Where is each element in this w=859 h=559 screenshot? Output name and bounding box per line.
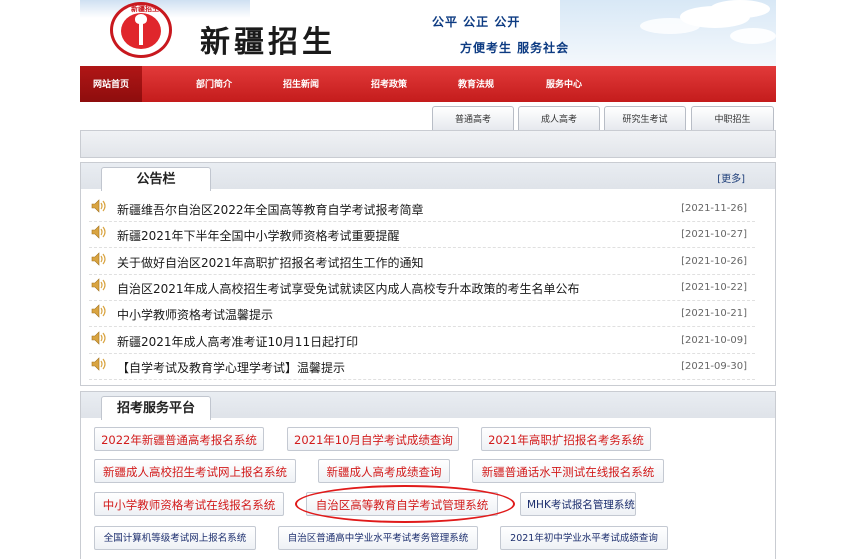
page-container: 新疆招生 新疆招生 公平 公正 公开 方便考生 服务社会 网站首页 部门简介 招… bbox=[80, 0, 776, 559]
nav-item-about[interactable]: 部门简介 bbox=[183, 66, 245, 102]
tab-adult-gaokao[interactable]: 成人高考 bbox=[518, 106, 600, 130]
service-link[interactable]: 新疆成人高校招生考试网上报名系统 bbox=[94, 459, 296, 483]
speaker-icon bbox=[91, 330, 106, 345]
sub-bar bbox=[80, 130, 776, 158]
speaker-icon bbox=[91, 199, 106, 213]
notice-item[interactable]: 中小学教师资格考试温馨提示 [2021-10-21] bbox=[89, 300, 755, 328]
notice-date: [2021-10-26] bbox=[681, 255, 747, 267]
notice-title[interactable]: 关于做好自治区2021年高职扩招报名考试招生工作的通知 bbox=[117, 254, 424, 271]
service-link[interactable]: 2021年10月自学考试成绩查询 bbox=[287, 427, 459, 451]
service-platform-header: 招考服务平台 bbox=[81, 392, 775, 420]
notice-item[interactable]: 新疆2021年下半年全国中小学教师资格考试重要提醒 [2021-10-27] bbox=[89, 221, 755, 249]
service-link[interactable]: 全国计算机等级考试网上报名系统 bbox=[94, 526, 256, 550]
exam-category-tabs: 普通高考 成人高考 研究生考试 中职招生 bbox=[80, 102, 776, 130]
service-link[interactable]: MHK考试报名管理系统 bbox=[520, 492, 636, 516]
notice-item[interactable]: 【自学考试及教育学心理学考试】温馨提示 [2021-09-30] bbox=[89, 353, 755, 380]
speaker-icon bbox=[91, 304, 106, 318]
tab-vocational[interactable]: 中职招生 bbox=[691, 106, 774, 130]
site-logo[interactable]: 新疆招生 bbox=[110, 2, 172, 58]
notice-item[interactable]: 新疆维吾尔自治区2022年全国高等教育自学考试报考简章 [2021-11-26] bbox=[89, 195, 755, 222]
nav-item-service[interactable]: 服务中心 bbox=[533, 66, 595, 102]
notice-board-header: 公告栏 [更多] bbox=[81, 163, 775, 191]
service-link[interactable]: 中小学教师资格考试在线报名系统 bbox=[94, 492, 284, 516]
notice-date: [2021-10-09] bbox=[681, 334, 747, 346]
notice-date: [2021-10-22] bbox=[681, 281, 747, 293]
nav-item-regulations[interactable]: 教育法规 bbox=[445, 66, 507, 102]
sky-banner bbox=[560, 0, 776, 66]
service-link[interactable]: 自治区普通高中学业水平考试考务管理系统 bbox=[278, 526, 478, 550]
notice-title[interactable]: 自治区2021年成人高校招生考试享受免试就读区内成人高校专升本政策的考生名单公布 bbox=[117, 280, 580, 297]
notice-title[interactable]: 【自学考试及教育学心理学考试】温馨提示 bbox=[117, 359, 345, 376]
notice-title[interactable]: 中小学教师资格考试温馨提示 bbox=[117, 306, 273, 323]
notice-title[interactable]: 新疆2021年成人高考准考证10月11日起打印 bbox=[117, 333, 358, 350]
nav-item-news[interactable]: 招生新闻 bbox=[270, 66, 332, 102]
notice-board-title: 公告栏 bbox=[101, 167, 211, 191]
service-link[interactable]: 2021年高职扩招报名考务系统 bbox=[481, 427, 651, 451]
torch-icon bbox=[139, 17, 143, 45]
notice-item[interactable]: 关于做好自治区2021年高职扩招报名考试招生工作的通知 [2021-10-26] bbox=[89, 248, 755, 275]
nav-item-home[interactable]: 网站首页 bbox=[80, 66, 142, 102]
speaker-icon bbox=[91, 225, 106, 240]
notice-date: [2021-10-27] bbox=[681, 229, 747, 241]
service-link[interactable]: 2021年初中学业水平考试成绩查询 bbox=[500, 526, 668, 550]
notice-board: 公告栏 [更多] 新疆维吾尔自治区2022年全国高等教育自学考试报考简章 [202… bbox=[80, 162, 776, 386]
slogan-line-2: 方便考生 服务社会 bbox=[460, 41, 570, 55]
service-link[interactable]: 新疆普通话水平测试在线报名系统 bbox=[472, 459, 664, 483]
notice-date: [2021-10-21] bbox=[681, 308, 747, 320]
speaker-icon bbox=[91, 251, 106, 266]
notice-title[interactable]: 新疆维吾尔自治区2022年全国高等教育自学考试报考简章 bbox=[117, 201, 424, 218]
service-platform-title: 招考服务平台 bbox=[101, 396, 211, 420]
site-header: 新疆招生 新疆招生 公平 公正 公开 方便考生 服务社会 bbox=[80, 0, 776, 66]
more-link[interactable]: [更多] bbox=[717, 170, 745, 185]
notice-date: [2021-09-30] bbox=[681, 360, 747, 372]
notice-date: [2021-11-26] bbox=[681, 203, 747, 214]
main-nav: 网站首页 部门简介 招生新闻 招考政策 教育法规 服务中心 bbox=[80, 66, 776, 102]
site-title: 新疆招生 bbox=[200, 25, 336, 60]
speaker-icon bbox=[91, 357, 106, 371]
tab-regular-gaokao[interactable]: 普通高考 bbox=[432, 106, 514, 130]
tab-graduate-exam[interactable]: 研究生考试 bbox=[604, 106, 686, 130]
notice-item[interactable]: 自治区2021年成人高校招生考试享受免试就读区内成人高校专升本政策的考生名单公布… bbox=[89, 274, 755, 301]
logo-text: 新疆招生 bbox=[131, 5, 159, 13]
nav-item-policy[interactable]: 招考政策 bbox=[358, 66, 420, 102]
notice-title[interactable]: 新疆2021年下半年全国中小学教师资格考试重要提醒 bbox=[117, 227, 400, 244]
speaker-icon bbox=[91, 278, 106, 292]
service-link[interactable]: 2022年新疆普通高考报名系统 bbox=[94, 427, 264, 451]
highlight-circle bbox=[295, 485, 515, 523]
service-link[interactable]: 新疆成人高考成绩查询 bbox=[318, 459, 450, 483]
slogan-line-1: 公平 公正 公开 bbox=[432, 15, 521, 29]
notice-item[interactable]: 新疆2021年成人高考准考证10月11日起打印 [2021-10-09] bbox=[89, 327, 755, 354]
